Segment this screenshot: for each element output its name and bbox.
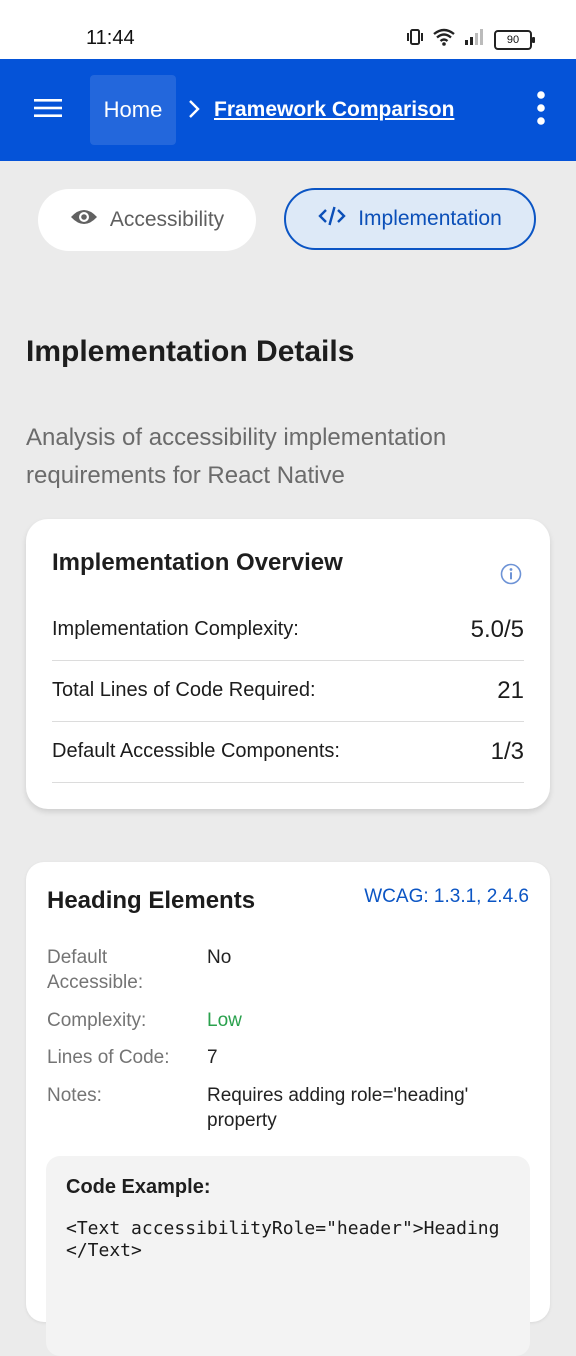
- signal-icon: [464, 28, 486, 51]
- complexity-label: Complexity:: [47, 1010, 147, 1031]
- stat-value: 5.0/5: [470, 615, 524, 643]
- implementation-overview-card: Implementation Overview Implementation C…: [26, 519, 550, 809]
- battery-icon: 90: [494, 29, 535, 50]
- vibrate-icon: [406, 28, 424, 51]
- code-icon: [318, 205, 346, 233]
- code-example-box: Code Example: <Text accessibilityRole="h…: [46, 1156, 530, 1356]
- app-bar: Home Framework Comparison: [0, 59, 576, 161]
- stat-label: Implementation Complexity:: [52, 618, 299, 640]
- stat-label: Total Lines of Code Required:: [52, 679, 316, 701]
- lines-of-code-value: 7: [207, 1047, 218, 1068]
- heading-elements-card: Heading Elements WCAG: 1.3.1, 2.4.6 Defa…: [26, 862, 550, 1356]
- stat-row-lines: Total Lines of Code Required: 21: [52, 660, 524, 722]
- page-title: Implementation Details: [26, 335, 355, 368]
- page-subtitle: Analysis of accessibility implementation…: [26, 424, 447, 489]
- code-example-title: Code Example:: [66, 1176, 211, 1198]
- lines-of-code-label: Lines of Code:: [47, 1047, 170, 1068]
- wcag-reference: WCAG: 1.3.1, 2.4.6: [364, 886, 529, 907]
- component-title: Heading Elements: [47, 887, 256, 914]
- breadcrumb-current[interactable]: Framework Comparison: [214, 98, 454, 122]
- eye-icon: [70, 207, 98, 233]
- default-accessible-label: Default Accessible:: [47, 947, 144, 993]
- menu-button[interactable]: [28, 93, 68, 127]
- tab-accessibility-label: Accessibility: [109, 208, 225, 231]
- more-options-button[interactable]: [526, 90, 556, 130]
- complexity-value: Low: [207, 1010, 242, 1031]
- status-icons: 90: [406, 28, 535, 51]
- overview-title: Implementation Overview: [52, 549, 343, 576]
- tab-implementation-label: Implementation: [358, 207, 502, 230]
- notes-label: Notes:: [47, 1085, 102, 1106]
- chevron-right-icon: [185, 97, 203, 126]
- code-snippet: <Text accessibilityRole="header">Heading…: [66, 1218, 500, 1261]
- info-icon[interactable]: [500, 563, 522, 590]
- status-bar: 11:44 90: [0, 0, 576, 59]
- stat-value: 1/3: [490, 737, 524, 765]
- status-time: 11:44: [86, 27, 135, 49]
- default-accessible-value: No: [207, 947, 232, 968]
- more-vertical-icon: [536, 90, 546, 130]
- breadcrumb-home[interactable]: Home: [90, 75, 176, 145]
- stat-row-complexity: Implementation Complexity: 5.0/5: [52, 599, 524, 661]
- wifi-icon: [432, 28, 456, 51]
- stat-label: Default Accessible Components:: [52, 740, 340, 762]
- tab-implementation[interactable]: Implementation: [284, 188, 536, 250]
- tab-accessibility[interactable]: Accessibility: [38, 189, 256, 251]
- stat-value: 21: [497, 676, 524, 704]
- menu-icon: [33, 97, 63, 124]
- notes-value: Requires adding role='heading' property: [207, 1085, 469, 1131]
- stat-row-default-accessible: Default Accessible Components: 1/3: [52, 721, 524, 783]
